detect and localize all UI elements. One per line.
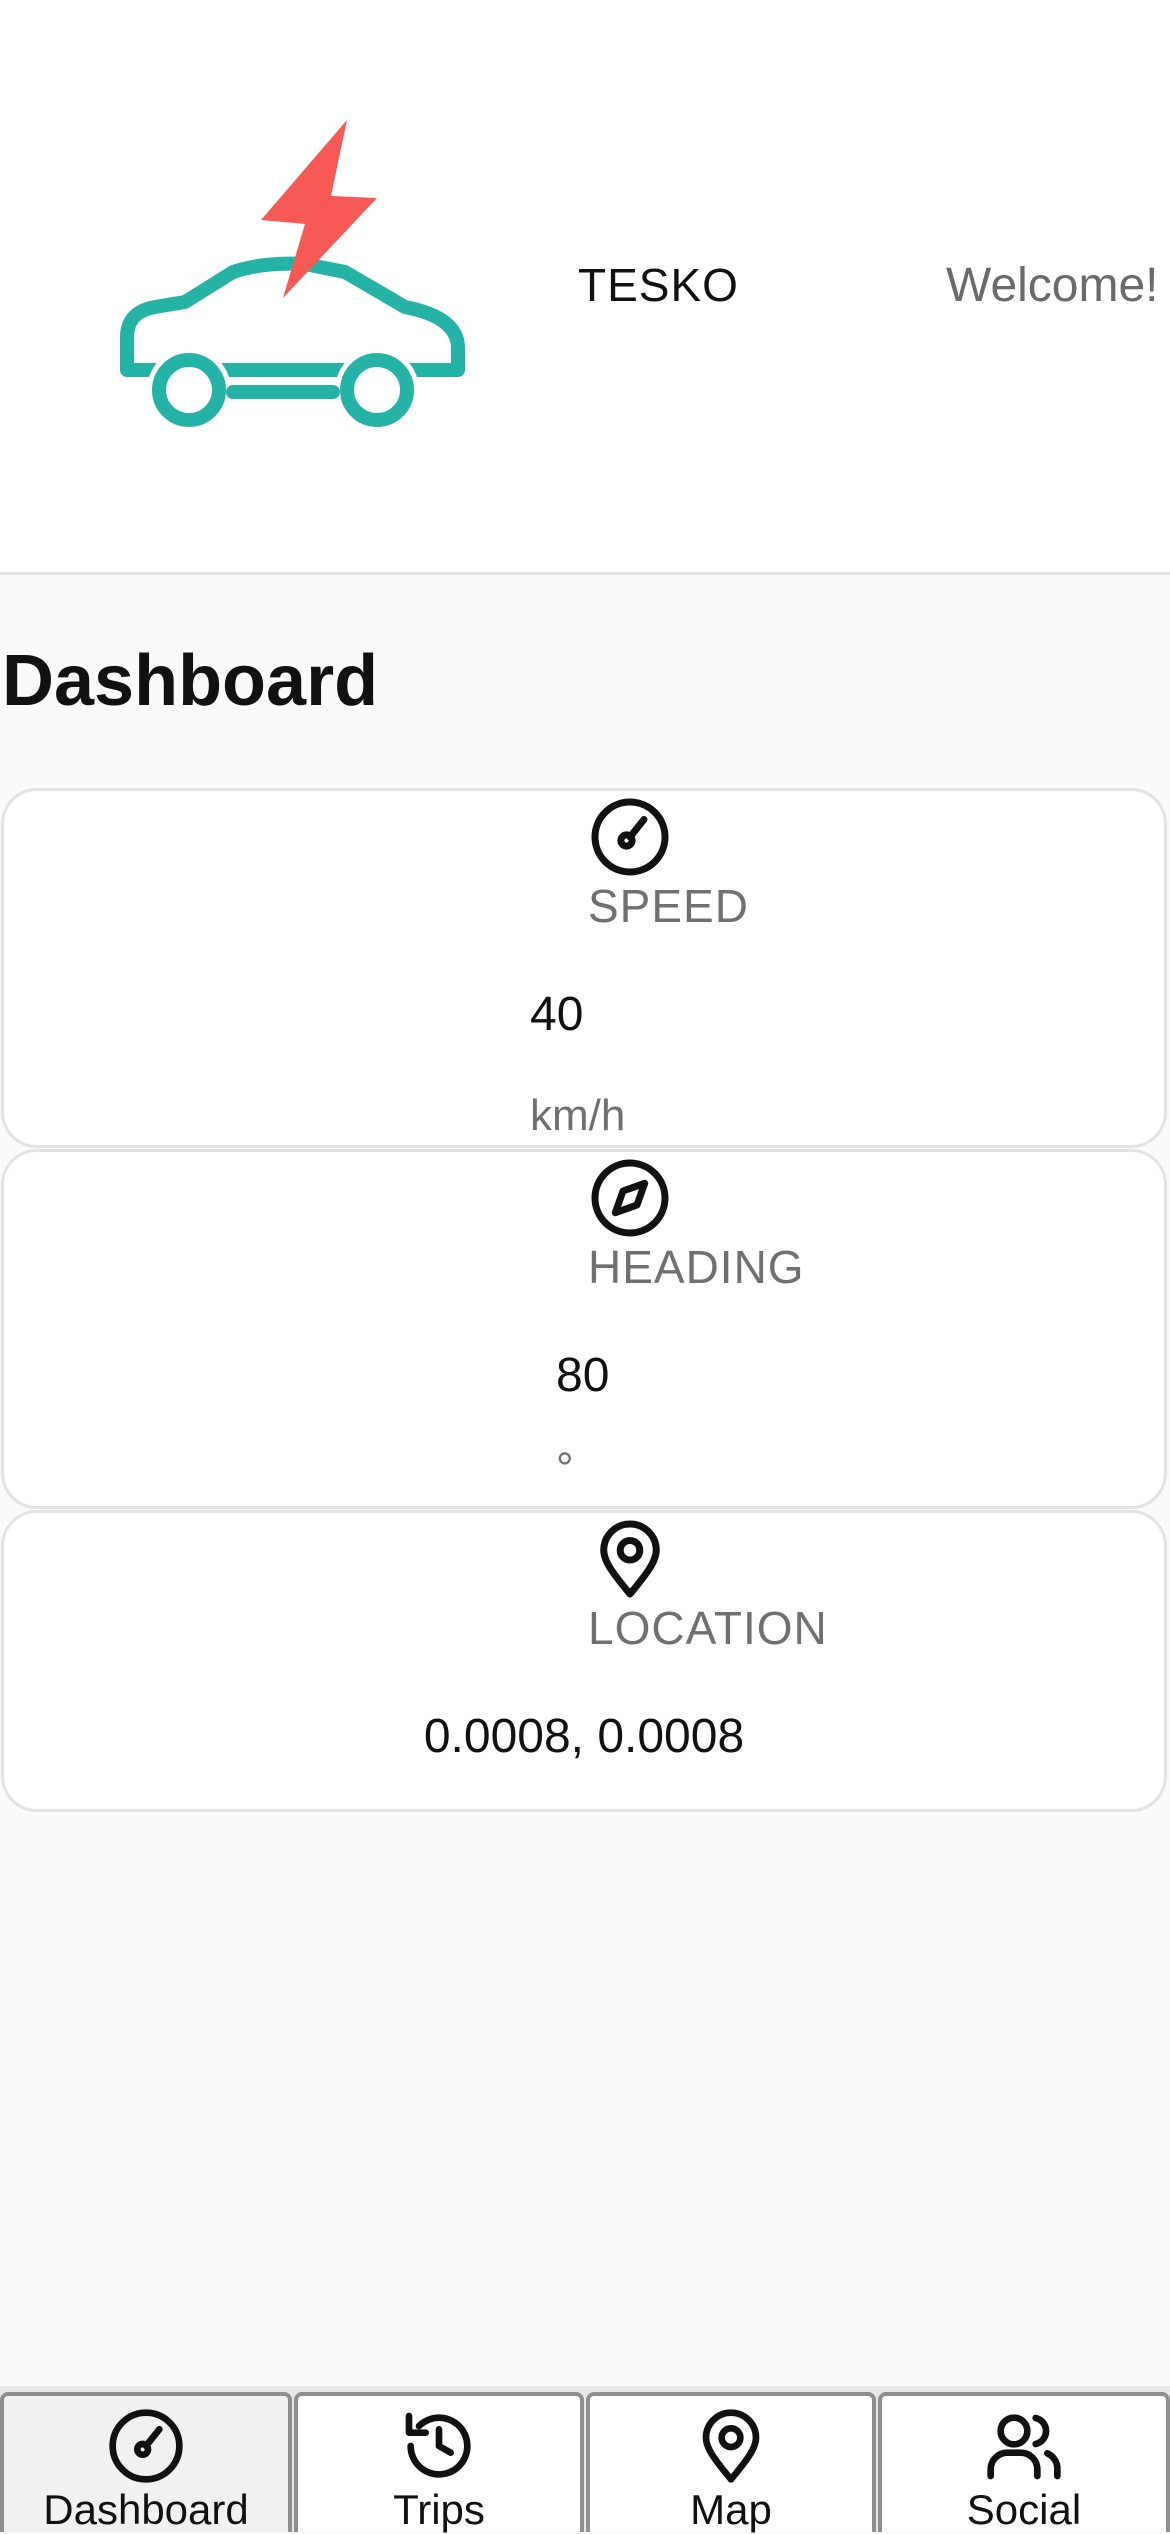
nav-dashboard-label: Dashboard [43, 2486, 249, 2533]
history-icon [405, 2412, 471, 2478]
app-header: TESKO Welcome! [0, 0, 1170, 575]
welcome-text: Welcome! [946, 259, 1159, 312]
nav-social-label: Social [966, 2486, 1082, 2533]
map-pin-icon [702, 2409, 760, 2483]
heading-value: 80 [556, 1349, 610, 1402]
nav-trips-label: Trips [393, 2486, 485, 2533]
map-pin-icon [600, 1520, 660, 1598]
location-value: 0.0008, 0.0008 [423, 1710, 745, 1763]
nav-map-label: Map [690, 2486, 772, 2533]
speedometer-icon [591, 798, 669, 876]
speed-value: 40 [530, 988, 584, 1041]
nav-social-button[interactable]: Social [878, 2392, 1170, 2533]
ev-car-logo-icon [120, 120, 465, 432]
brand-name: TESKO [578, 259, 739, 311]
compass-icon [591, 1159, 669, 1237]
nav-dashboard-button[interactable]: Dashboard [0, 2392, 292, 2533]
heading-card: HEADING 80 ° [1, 1149, 1167, 1509]
speed-label: SPEED [588, 880, 749, 932]
nav-trips-button[interactable]: Trips [294, 2392, 584, 2533]
location-card: LOCATION 0.0008, 0.0008 [1, 1510, 1167, 1812]
speedometer-icon [109, 2409, 183, 2483]
page-title: Dashboard [2, 641, 379, 721]
location-label: LOCATION [588, 1602, 828, 1654]
heading-unit: ° [556, 1444, 574, 1493]
speed-card: SPEED 40 km/h [1, 788, 1167, 1148]
users-icon [987, 2414, 1061, 2480]
bottom-nav: Dashboard Trips Map Social [0, 2386, 1170, 2533]
heading-label: HEADING [588, 1241, 805, 1293]
speed-unit: km/h [530, 1091, 626, 1140]
nav-map-button[interactable]: Map [586, 2392, 876, 2533]
